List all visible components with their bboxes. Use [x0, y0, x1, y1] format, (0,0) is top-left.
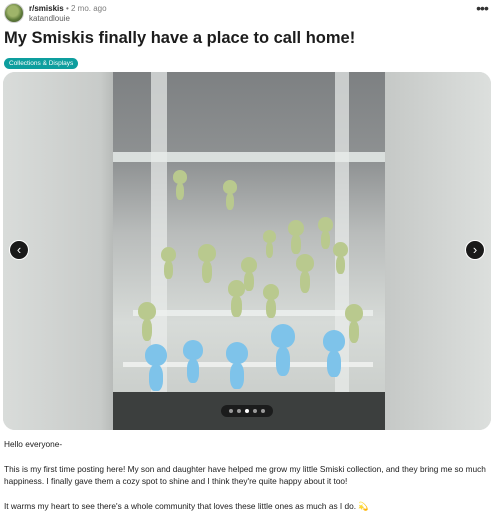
smiski-figure — [288, 220, 304, 255]
post-time: 2 mo. ago — [70, 4, 107, 13]
smiski-figure — [263, 284, 279, 319]
smiski-figure — [345, 304, 363, 343]
meta-separator: • — [65, 4, 69, 13]
author-link[interactable]: katandlouie — [29, 14, 70, 23]
gallery-dot[interactable] — [237, 409, 241, 413]
gallery-dot-active[interactable] — [245, 409, 249, 413]
next-image-button[interactable]: › — [465, 240, 485, 260]
smiski-figure — [173, 170, 187, 201]
smiski-figure — [183, 340, 203, 383]
more-options-icon[interactable]: ••• — [474, 1, 490, 19]
smiski-figure — [226, 342, 248, 390]
post-body-paragraph: Hello everyone- — [4, 439, 63, 449]
gallery-dot[interactable] — [229, 409, 233, 413]
post-body-paragraph: This is my first time posting here! My s… — [4, 464, 486, 486]
subreddit-avatar[interactable] — [4, 3, 24, 23]
post-meta: r/smiskis • 2 mo. ago — [29, 4, 107, 13]
smiski-figure — [198, 244, 216, 283]
smiski-figure — [271, 324, 295, 376]
smiski-figure — [241, 257, 257, 292]
shelf — [133, 310, 373, 316]
smiski-figure — [145, 344, 167, 392]
smiski-figure — [263, 230, 276, 258]
gallery-dot[interactable] — [261, 409, 265, 413]
post-header: r/smiskis • 2 mo. ago katandlouie ••• — [4, 1, 494, 27]
gallery-photo[interactable] — [113, 72, 385, 430]
previous-image-button[interactable]: ‹ — [9, 240, 29, 260]
smiski-figure — [228, 280, 245, 317]
smiski-figure — [333, 242, 348, 275]
smiski-figure — [323, 330, 345, 378]
subreddit-link[interactable]: r/smiskis — [29, 4, 64, 13]
smiski-figure — [138, 302, 156, 341]
gallery-dot[interactable] — [253, 409, 257, 413]
smiski-figure — [161, 247, 176, 280]
post-title[interactable]: My Smiskis finally have a place to call … — [4, 29, 355, 48]
shelf — [113, 152, 385, 162]
post-flair[interactable]: Collections & Displays — [4, 58, 79, 69]
smiski-figure — [318, 217, 333, 250]
gallery-pagination — [221, 405, 273, 417]
image-gallery[interactable]: ‹ › — [3, 72, 491, 430]
smiski-figure — [296, 254, 314, 293]
smiski-figure — [223, 180, 237, 211]
post-body-paragraph: It warms my heart to see there's a whole… — [4, 501, 369, 511]
